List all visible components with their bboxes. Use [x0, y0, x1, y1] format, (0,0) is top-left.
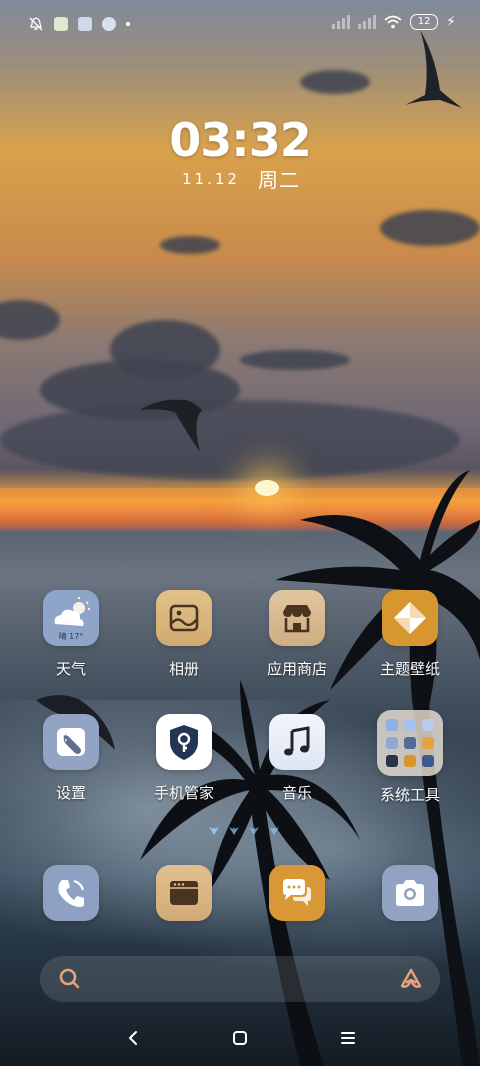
- app-notification-icon: [54, 17, 68, 31]
- page-dot-icon: [269, 827, 279, 835]
- dock-browser[interactable]: [128, 865, 240, 921]
- dock-phone[interactable]: [15, 865, 127, 921]
- settings-icon: [43, 714, 99, 770]
- security-icon: [156, 714, 212, 770]
- app-label: 设置: [55, 784, 86, 802]
- page-dot-icon: [249, 827, 259, 835]
- date-row: 11.12 周二: [182, 164, 300, 193]
- app-store-icon: [269, 590, 325, 646]
- app-settings[interactable]: 设置: [15, 714, 127, 803]
- app-weather[interactable]: 晴 17° 天气: [15, 590, 127, 679]
- app-notification-icon: [102, 17, 116, 31]
- folder-system-tools[interactable]: 系统工具: [354, 710, 466, 805]
- page-indicator[interactable]: [208, 826, 280, 836]
- status-bar-left: [28, 16, 130, 32]
- folder-icon: [377, 710, 443, 776]
- battery-icon: 12: [410, 14, 439, 30]
- app-label: 相册: [168, 660, 199, 678]
- app-app-store[interactable]: 应用商店: [241, 590, 353, 679]
- back-icon[interactable]: [124, 1028, 144, 1048]
- app-label: 主题壁纸: [379, 660, 440, 678]
- clock-time: 03:32: [169, 113, 311, 167]
- app-label: 天气: [55, 660, 86, 678]
- app-themes[interactable]: 主题壁纸: [354, 590, 466, 679]
- status-bar: 12 ⚡: [0, 0, 480, 48]
- more-notifications-dot: [126, 22, 130, 26]
- messages-icon: [269, 865, 325, 921]
- wifi-icon: [384, 15, 402, 29]
- weather-icon: 晴 17°: [43, 590, 99, 646]
- gallery-icon: [156, 590, 212, 646]
- clock-date: 11.12: [182, 169, 240, 188]
- bird-icon: [140, 399, 202, 452]
- browser-icon: [156, 865, 212, 921]
- dock-camera[interactable]: [354, 865, 466, 921]
- app-label: 手机管家: [153, 784, 214, 802]
- app-gallery[interactable]: 相册: [128, 590, 240, 679]
- menu-icon[interactable]: [338, 1028, 358, 1048]
- page-dot-icon: [209, 827, 219, 835]
- battery-level: 12: [417, 16, 431, 27]
- signal-icon: [332, 15, 351, 29]
- app-notification-icon: [78, 17, 92, 31]
- home-icon[interactable]: [230, 1028, 250, 1048]
- phone-icon: [43, 865, 99, 921]
- app-label: 应用商店: [266, 660, 327, 678]
- clock-weekday: 周二: [257, 168, 300, 192]
- dock-messages[interactable]: [241, 865, 353, 921]
- bell-off-icon: [29, 17, 43, 31]
- status-bar-right: 12 ⚡: [332, 14, 456, 30]
- app-security[interactable]: 手机管家: [128, 714, 240, 803]
- charging-icon: ⚡: [446, 14, 456, 30]
- app-music[interactable]: 音乐: [241, 714, 353, 803]
- themes-icon: [382, 590, 438, 646]
- signal-icon: [358, 15, 377, 29]
- search-bar[interactable]: [40, 956, 440, 1002]
- camera-icon: [382, 865, 438, 921]
- weather-text: 晴 17°: [58, 632, 84, 641]
- music-icon: [269, 714, 325, 770]
- app-label: 音乐: [281, 784, 312, 802]
- search-icon: [59, 968, 80, 989]
- clock-widget[interactable]: 03:32: [0, 114, 480, 166]
- app-label: 系统工具: [379, 786, 440, 804]
- page-dot-icon: [229, 827, 239, 835]
- assistant-icon[interactable]: [396, 966, 426, 992]
- navigation-bar: [0, 1020, 480, 1056]
